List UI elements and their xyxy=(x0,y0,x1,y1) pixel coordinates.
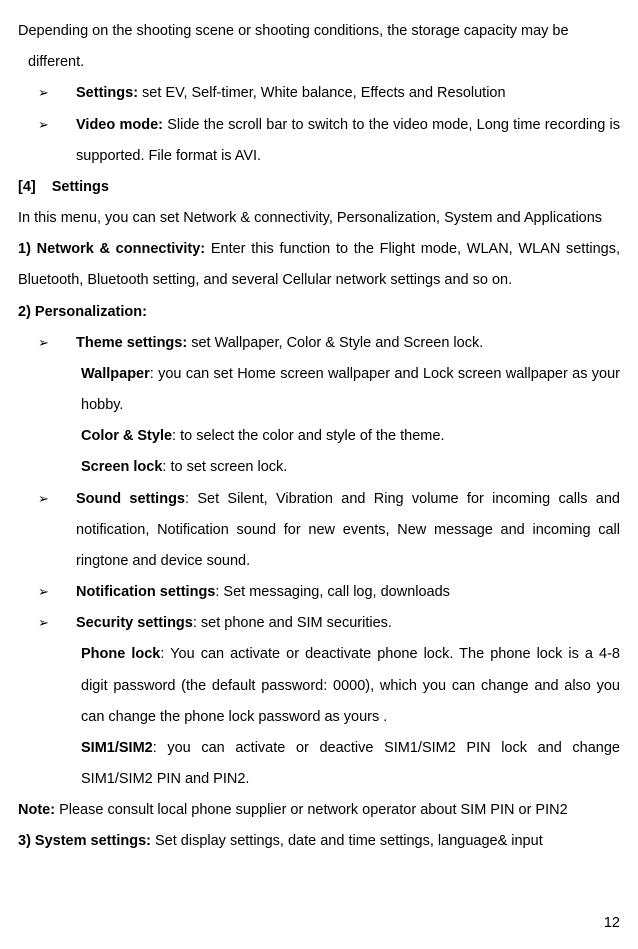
intro-line2: different. xyxy=(28,54,84,70)
bullet-label: Theme settings: xyxy=(76,335,187,351)
bullet-text: set Wallpaper, Color & Style and Screen … xyxy=(187,335,483,351)
sub-wallpaper: Wallpaper: you can set Home screen wallp… xyxy=(18,359,620,421)
section-system: 3) System settings: Set display settings… xyxy=(18,826,620,857)
section-label: 3) System settings: xyxy=(18,833,151,849)
bullet-label: Sound settings xyxy=(76,491,185,507)
document-page: Depending on the shooting scene or shoot… xyxy=(18,16,620,858)
heading-number: [4] xyxy=(18,172,36,203)
intro-line2-wrap: different. xyxy=(18,47,620,78)
bullet-label: Notification settings xyxy=(76,584,215,600)
chevron-right-icon: ➢ xyxy=(38,577,76,606)
chevron-right-icon: ➢ xyxy=(38,608,76,637)
note-line: Note: Please consult local phone supplie… xyxy=(18,795,620,826)
bullet-text: : Set messaging, call log, downloads xyxy=(215,584,450,600)
section-label: 1) Network & connectivity: xyxy=(18,241,205,257)
bullet-body: Notification settings: Set messaging, ca… xyxy=(76,577,620,608)
sub-label: Phone lock xyxy=(81,646,160,662)
sub-phone-lock: Phone lock: You can activate or deactiva… xyxy=(18,639,620,733)
chevron-right-icon: ➢ xyxy=(38,484,76,513)
sub-text: : to set screen lock. xyxy=(162,459,287,475)
note-label: Note: xyxy=(18,802,55,818)
page-number: 12 xyxy=(604,908,620,939)
bullet-body: Sound settings: Set Silent, Vibration an… xyxy=(76,484,620,578)
intro-paragraph: Depending on the shooting scene or shoot… xyxy=(18,16,620,47)
bullet-sound-settings: ➢ Sound settings: Set Silent, Vibration … xyxy=(18,484,620,578)
chevron-right-icon: ➢ xyxy=(38,78,76,107)
chevron-right-icon: ➢ xyxy=(38,110,76,139)
sub-text: : You can activate or deactivate phone l… xyxy=(81,646,620,724)
section-network: 1) Network & connectivity: Enter this fu… xyxy=(18,234,620,296)
bullet-label: Settings: xyxy=(76,85,138,101)
bullet-text: set EV, Self-timer, White balance, Effec… xyxy=(138,85,506,101)
sub-text: : you can set Home screen wallpaper and … xyxy=(81,366,620,413)
sub-color-style: Color & Style: to select the color and s… xyxy=(18,421,620,452)
bullet-body: Settings: set EV, Self-timer, White bala… xyxy=(76,78,620,109)
bullet-text: : set phone and SIM securities. xyxy=(193,615,392,631)
sub-sim: SIM1/SIM2: you can activate or deactive … xyxy=(18,733,620,795)
sub-text: : you can activate or deactive SIM1/SIM2… xyxy=(81,740,620,787)
sub-text: : to select the color and style of the t… xyxy=(172,428,444,444)
chevron-right-icon: ➢ xyxy=(38,328,76,357)
bullet-settings: ➢ Settings: set EV, Self-timer, White ba… xyxy=(18,78,620,109)
intro-line1: Depending on the shooting scene or shoot… xyxy=(18,23,569,39)
settings-description: In this menu, you can set Network & conn… xyxy=(18,203,620,234)
bullet-label: Security settings xyxy=(76,615,193,631)
bullet-notification-settings: ➢ Notification settings: Set messaging, … xyxy=(18,577,620,608)
note-text: Please consult local phone supplier or n… xyxy=(55,802,568,818)
section-text: Set display settings, date and time sett… xyxy=(151,833,543,849)
bullet-body: Video mode: Slide the scroll bar to swit… xyxy=(76,110,620,172)
bullet-body: Theme settings: set Wallpaper, Color & S… xyxy=(76,328,620,359)
sub-label: Color & Style xyxy=(81,428,172,444)
sub-label: SIM1/SIM2 xyxy=(81,740,153,756)
sub-label: Wallpaper xyxy=(81,366,150,382)
bullet-body: Security settings: set phone and SIM sec… xyxy=(76,608,620,639)
section-personalization: 2) Personalization: xyxy=(18,297,620,328)
section-heading-settings: [4] Settings xyxy=(18,172,620,203)
bullet-security-settings: ➢ Security settings: set phone and SIM s… xyxy=(18,608,620,639)
sub-screen-lock: Screen lock: to set screen lock. xyxy=(18,452,620,483)
sub-label: Screen lock xyxy=(81,459,162,475)
bullet-video-mode: ➢ Video mode: Slide the scroll bar to sw… xyxy=(18,110,620,172)
bullet-theme-settings: ➢ Theme settings: set Wallpaper, Color &… xyxy=(18,328,620,359)
heading-title: Settings xyxy=(52,179,109,195)
bullet-label: Video mode: xyxy=(76,117,163,133)
